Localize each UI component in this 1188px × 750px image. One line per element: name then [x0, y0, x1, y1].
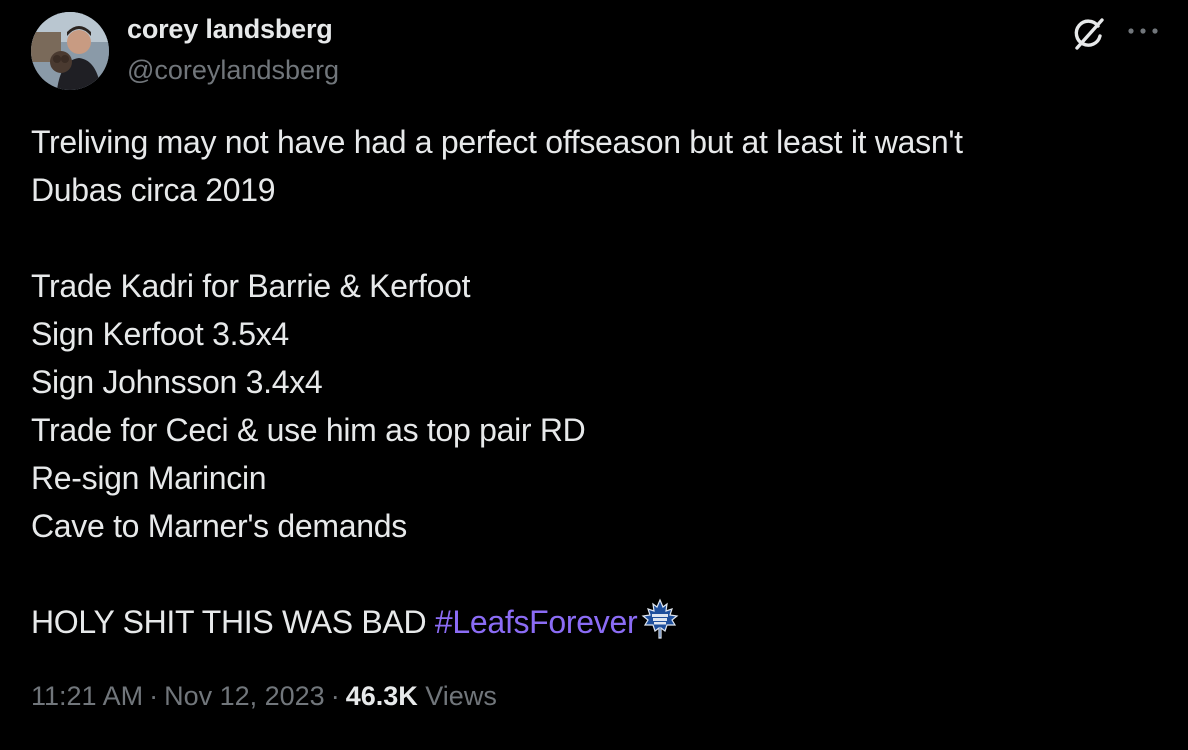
tweet-last-line-text: HOLY SHIT THIS WAS BAD: [31, 604, 435, 640]
author-avatar[interactable]: [31, 12, 109, 90]
tweet-line: Re-sign Marincin: [31, 460, 267, 496]
tweet-line: Trade for Ceci & use him as top pair RD: [31, 412, 586, 448]
grok-icon[interactable]: [1068, 14, 1108, 54]
separator-dot: ·: [330, 681, 340, 711]
author-display-name[interactable]: corey landsberg: [127, 14, 333, 45]
tweet-line: Dubas circa 2019: [31, 172, 276, 208]
tweet-meta: 11:21 AM · Nov 12, 2023 · 46.3K Views: [31, 681, 497, 712]
tweet-line: Trade Kadri for Barrie & Kerfoot: [31, 268, 471, 304]
tweet-time[interactable]: 11:21 AM: [31, 681, 143, 711]
views-count: 46.3K: [345, 681, 418, 711]
maple-leafs-logo-icon: [639, 598, 681, 640]
separator-dot: ·: [149, 681, 159, 711]
tweet-last-line: HOLY SHIT THIS WAS BAD #LeafsForever: [31, 598, 1151, 646]
tweet-line: Treliving may not have had a perfect off…: [31, 124, 963, 160]
views-label: Views: [425, 681, 497, 711]
more-dots-icon[interactable]: [1126, 18, 1160, 44]
tweet-date[interactable]: Nov 12, 2023: [164, 681, 325, 711]
tweet-line: Sign Johnsson 3.4x4: [31, 364, 323, 400]
hashtag-link[interactable]: #LeafsForever: [435, 604, 638, 640]
author-handle[interactable]: @coreylandsberg: [127, 55, 339, 86]
tweet-line: Sign Kerfoot 3.5x4: [31, 316, 289, 352]
profile-photo-icon: [31, 12, 109, 90]
tweet-line: Cave to Marner's demands: [31, 508, 407, 544]
tweet-text: Treliving may not have had a perfect off…: [31, 118, 1151, 646]
tweet-container: corey landsberg @coreylandsberg Trelivin…: [0, 0, 1188, 750]
